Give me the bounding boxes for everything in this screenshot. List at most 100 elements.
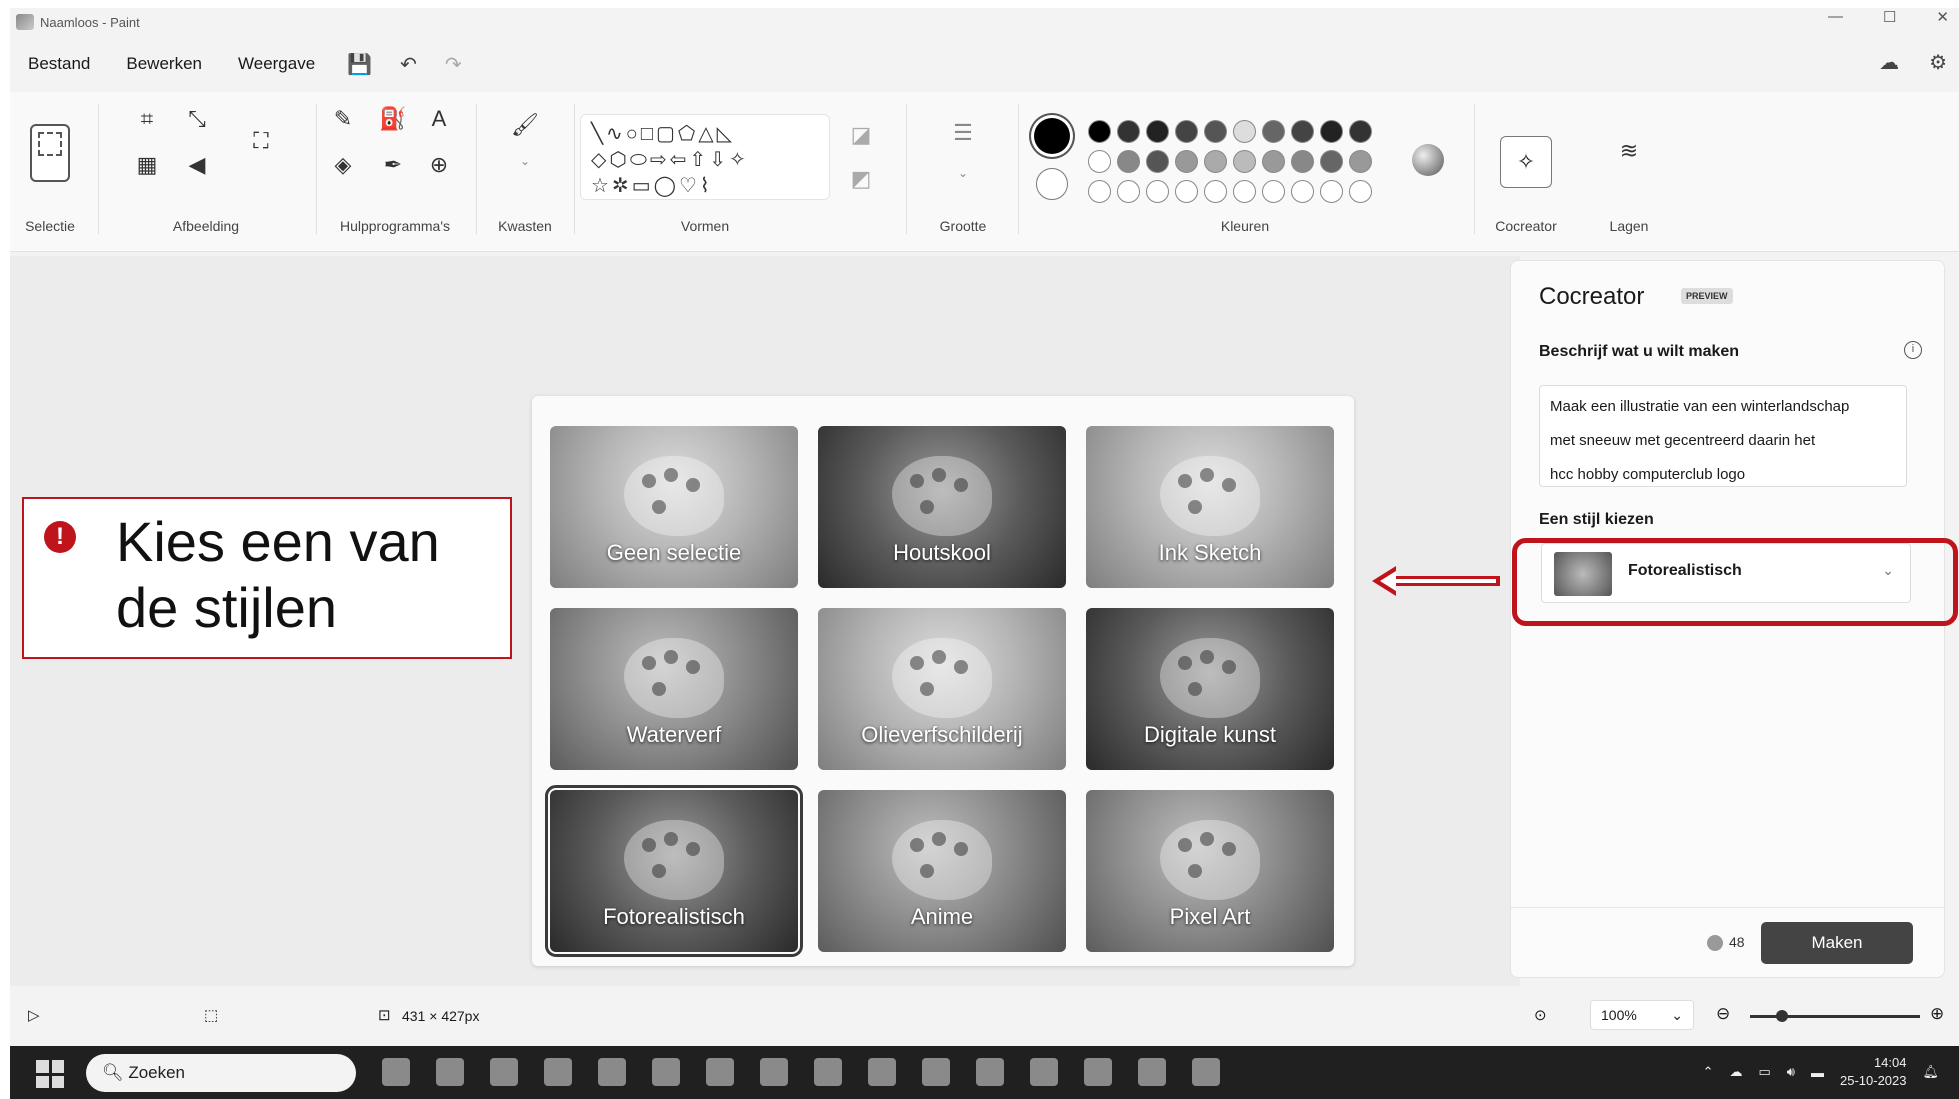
- close-button[interactable]: ✕: [1936, 8, 1949, 26]
- style-tile-houtskool[interactable]: Houtskool: [818, 426, 1066, 588]
- clock[interactable]: 14:04 25-10-2023: [1840, 1054, 1907, 1090]
- battery-icon[interactable]: ▬: [1811, 1065, 1824, 1080]
- text-icon[interactable]: A: [424, 106, 454, 132]
- fill-icon[interactable]: ⛽: [378, 106, 408, 132]
- rotate-icon[interactable]: ◀: [182, 152, 212, 178]
- menu-view[interactable]: Weergave: [238, 54, 315, 74]
- magnifier-icon[interactable]: ⊕: [424, 152, 454, 178]
- chevron-up-icon[interactable]: ⌃: [1703, 1064, 1714, 1080]
- color-swatch[interactable]: [1175, 180, 1198, 203]
- paint-taskbar-icon[interactable]: [976, 1058, 1004, 1086]
- eraser-icon[interactable]: ◈: [328, 152, 358, 178]
- color-picker-icon[interactable]: ✒: [378, 152, 408, 178]
- save-icon[interactable]: 💾: [347, 52, 372, 77]
- style-tile-waterverf[interactable]: Waterverf: [550, 608, 798, 770]
- size-lines-icon[interactable]: ☰: [948, 120, 978, 146]
- color-swatch[interactable]: [1117, 180, 1140, 203]
- cocreator-button[interactable]: ✧: [1500, 136, 1552, 188]
- color-swatch[interactable]: [1349, 120, 1372, 143]
- network-icon[interactable]: ▭: [1758, 1064, 1770, 1080]
- color-swatch[interactable]: [1146, 120, 1169, 143]
- outline-icon[interactable]: ◪: [846, 122, 876, 148]
- color-swatch[interactable]: [1349, 150, 1372, 173]
- onedrive-icon[interactable]: ☁: [1729, 1064, 1742, 1080]
- brush-icon[interactable]: 🖌: [510, 112, 540, 138]
- word-icon[interactable]: [814, 1058, 842, 1086]
- edge-icon[interactable]: [544, 1058, 572, 1086]
- menu-file[interactable]: Bestand: [28, 54, 90, 74]
- account-icon[interactable]: ☁: [1879, 50, 1899, 75]
- color-swatch[interactable]: [1320, 150, 1343, 173]
- color-swatch[interactable]: [1262, 180, 1285, 203]
- color-swatch[interactable]: [1204, 120, 1227, 143]
- make-button[interactable]: Maken: [1761, 922, 1913, 964]
- file-explorer-icon[interactable]: [598, 1058, 626, 1086]
- minimize-button[interactable]: —: [1828, 8, 1843, 26]
- maximize-button[interactable]: ☐: [1883, 8, 1896, 26]
- color-swatch[interactable]: [1320, 120, 1343, 143]
- color-swatch[interactable]: [1233, 180, 1256, 203]
- settings-icon[interactable]: ⚙: [1929, 50, 1947, 75]
- powerpoint-icon[interactable]: [760, 1058, 788, 1086]
- taskbar-search[interactable]: 🔍︎ Zoeken: [86, 1054, 356, 1092]
- info-icon[interactable]: i: [1904, 341, 1922, 359]
- remove-background-icon[interactable]: ▦: [132, 152, 162, 178]
- notepad-icon[interactable]: [922, 1058, 950, 1086]
- select-all-icon[interactable]: ⛶: [246, 128, 276, 154]
- style-tile-anime[interactable]: Anime: [818, 790, 1066, 952]
- color-swatch[interactable]: [1291, 180, 1314, 203]
- color-swatch[interactable]: [1233, 120, 1256, 143]
- prompt-textarea[interactable]: Maak een illustratie van een winterlands…: [1539, 385, 1907, 487]
- style-tile-fotorealistisch[interactable]: Fotorealistisch: [545, 785, 803, 957]
- notification-bell-icon[interactable]: 🔔︎: [1922, 1064, 1939, 1080]
- brush-dropdown-chevron-icon[interactable]: ⌄: [510, 154, 540, 168]
- start-button[interactable]: [36, 1060, 64, 1088]
- color-swatch[interactable]: [1117, 150, 1140, 173]
- layers-icon[interactable]: ≋: [1614, 138, 1644, 164]
- resize-icon[interactable]: ⤡: [182, 106, 212, 132]
- color-swatch[interactable]: [1262, 150, 1285, 173]
- color-swatch[interactable]: [1349, 180, 1372, 203]
- excel-icon[interactable]: [706, 1058, 734, 1086]
- color-swatch[interactable]: [1117, 120, 1140, 143]
- zoom-in-icon[interactable]: ⊕: [1930, 1004, 1944, 1024]
- size-chevron-icon[interactable]: ⌄: [948, 166, 978, 180]
- style-tile-ink-sketch[interactable]: Ink Sketch: [1086, 426, 1334, 588]
- zoom-out-icon[interactable]: ⊖: [1716, 1004, 1730, 1024]
- settings-taskbar-icon[interactable]: [1192, 1058, 1220, 1086]
- volume-icon[interactable]: 🔊︎: [1787, 1064, 1795, 1080]
- color-swatch[interactable]: [1175, 120, 1198, 143]
- color-swatch[interactable]: [1320, 180, 1343, 203]
- undo-icon[interactable]: ↶: [400, 52, 417, 77]
- color-swatch[interactable]: [1204, 180, 1227, 203]
- crop-icon[interactable]: ⌗: [132, 106, 162, 132]
- color-swatch[interactable]: [1204, 150, 1227, 173]
- redo-icon[interactable]: ↷: [445, 52, 462, 77]
- style-tile-digitale-kunst[interactable]: Digitale kunst: [1086, 608, 1334, 770]
- color-swatch[interactable]: [1088, 180, 1111, 203]
- zoom-slider-thumb[interactable]: [1776, 1010, 1788, 1022]
- color-swatch[interactable]: [1146, 180, 1169, 203]
- edit-colors-icon[interactable]: [1412, 144, 1444, 176]
- shapes-row[interactable]: ☆✲▭◯♡⌇: [591, 173, 819, 199]
- color-swatch[interactable]: [1146, 150, 1169, 173]
- app-icon[interactable]: [868, 1058, 896, 1086]
- shapes-row[interactable]: ╲∿○□▢⬠△◺: [591, 121, 819, 147]
- pencil-icon[interactable]: ✎: [328, 106, 358, 132]
- color-swatch[interactable]: [1233, 150, 1256, 173]
- primary-color[interactable]: [1034, 118, 1070, 154]
- app-icon[interactable]: [1030, 1058, 1058, 1086]
- color-swatch[interactable]: [1088, 150, 1111, 173]
- menu-edit[interactable]: Bewerken: [126, 54, 202, 74]
- zoom-slider[interactable]: [1750, 1010, 1920, 1022]
- task-view-icon[interactable]: [382, 1058, 410, 1086]
- color-swatch[interactable]: [1088, 120, 1111, 143]
- app-icon[interactable]: [1138, 1058, 1166, 1086]
- color-swatch[interactable]: [1291, 150, 1314, 173]
- onenote-icon[interactable]: [652, 1058, 680, 1086]
- color-swatch[interactable]: [1291, 120, 1314, 143]
- selection-tool[interactable]: [30, 124, 70, 182]
- style-tile-olieverfschilderij[interactable]: Olieverfschilderij: [818, 608, 1066, 770]
- zoom-select[interactable]: 100% ⌄: [1590, 1000, 1694, 1030]
- style-tile-pixel-art[interactable]: Pixel Art: [1086, 790, 1334, 952]
